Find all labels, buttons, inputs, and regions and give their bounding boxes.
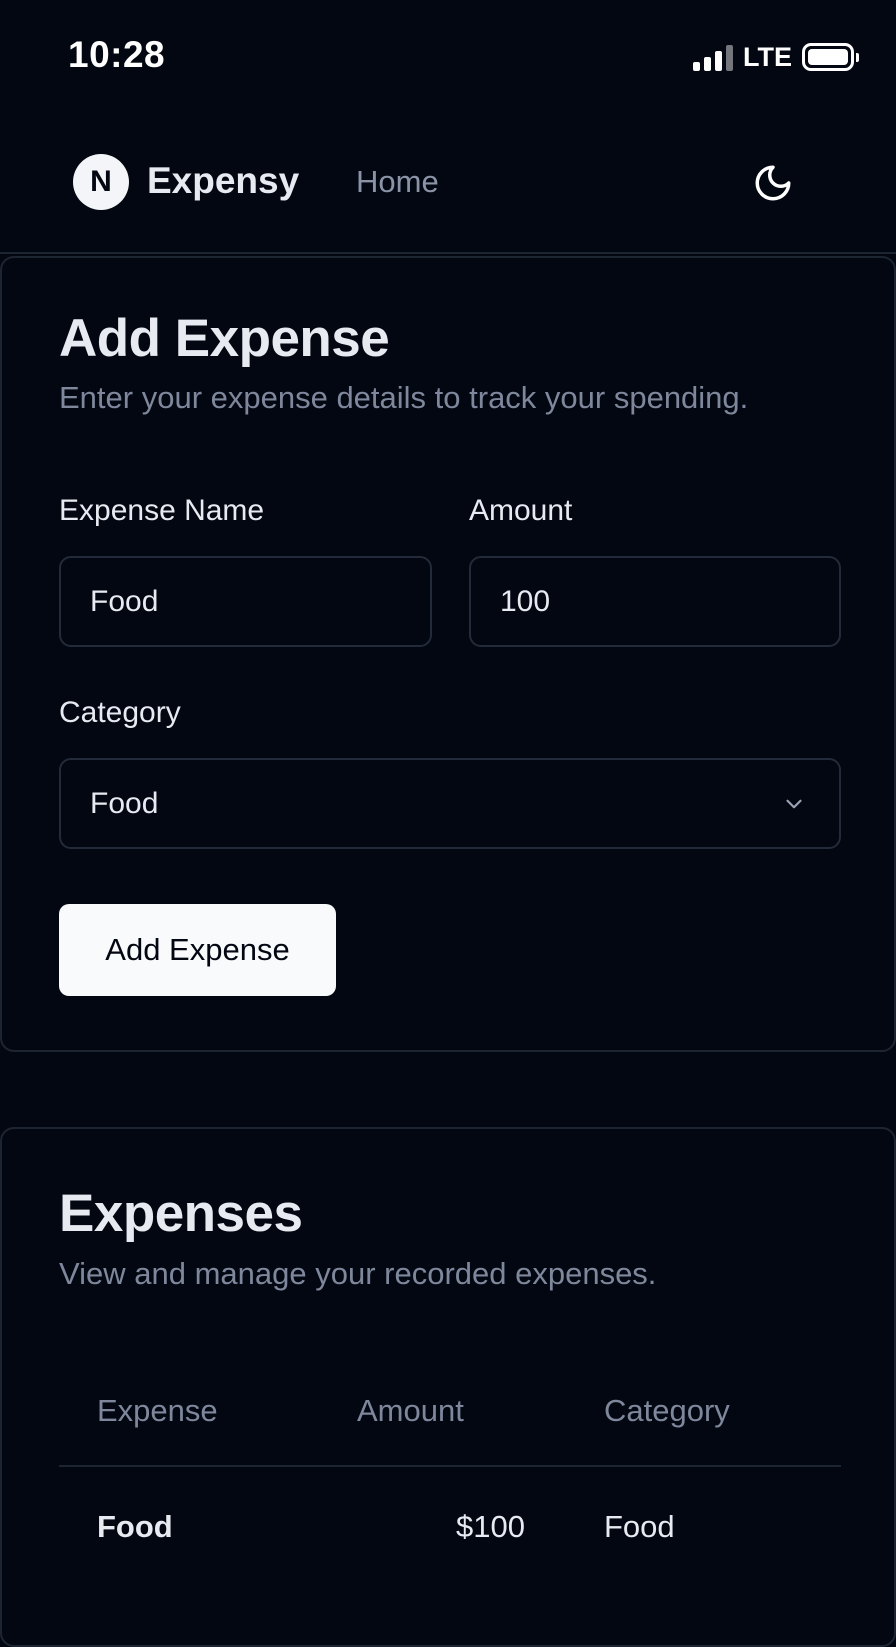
row-amount: $100 (456, 1509, 525, 1544)
expenses-title: Expenses (59, 1184, 303, 1243)
column-header-category[interactable]: Category (604, 1393, 730, 1429)
expenses-description: View and manage your recorded expenses. (59, 1256, 657, 1291)
row-expense: Food (97, 1509, 173, 1544)
card-description: Enter your expense details to track your… (59, 380, 749, 415)
signal-icon (693, 43, 733, 71)
column-header-expense[interactable]: Expense (97, 1393, 218, 1429)
amount-value: 100 (500, 584, 551, 618)
logo-letter: N (90, 165, 112, 198)
moon-icon (755, 165, 791, 201)
column-header-amount[interactable]: Amount (357, 1393, 464, 1429)
amount-input[interactable]: 100 (469, 556, 841, 647)
category-select[interactable]: Food (59, 758, 841, 849)
category-label: Category (59, 696, 181, 729)
amount-label: Amount (469, 494, 573, 527)
status-time: 10:28 (68, 34, 166, 75)
chevron-down-icon (786, 799, 802, 809)
battery-icon (802, 43, 859, 71)
navbar: N Expensy Home (0, 110, 896, 254)
expenses-card: Expenses View and manage your recorded e… (0, 1127, 896, 1647)
category-value: Food (90, 786, 159, 820)
theme-toggle-button[interactable] (750, 160, 796, 206)
logo-icon[interactable]: N (73, 154, 129, 210)
add-expense-card: Add Expense Enter your expense details t… (0, 256, 896, 1052)
add-expense-button[interactable]: Add Expense (59, 904, 336, 996)
brand-name[interactable]: Expensy (147, 160, 299, 202)
card-title: Add Expense (59, 309, 390, 368)
status-bar: 10:28 LTE (0, 0, 896, 110)
network-label: LTE (743, 41, 792, 72)
table-divider (59, 1465, 841, 1467)
expense-name-value: Food (90, 584, 159, 618)
expense-name-label: Expense Name (59, 494, 265, 527)
nav-link-home[interactable]: Home (356, 164, 439, 200)
expense-name-input[interactable]: Food (59, 556, 432, 647)
status-indicators: LTE (693, 40, 859, 74)
row-category: Food (604, 1509, 675, 1544)
